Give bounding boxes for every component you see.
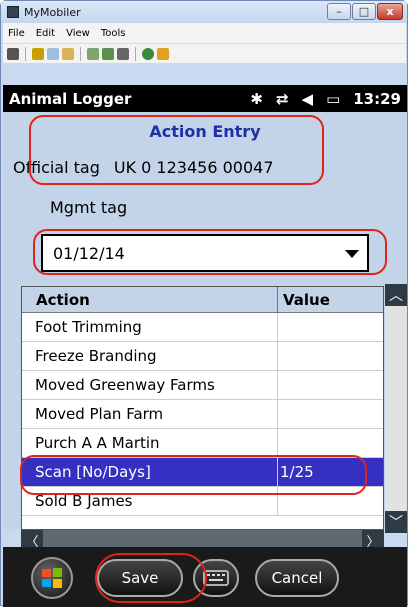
table-row[interactable]: Sold B James [22,487,383,516]
action-cell: Moved Plan Farm [22,400,278,428]
table-header: Action Value [22,287,383,313]
window-titlebar: MyMobiler – □ x [1,1,407,23]
table-row[interactable]: Moved Plan Farm [22,400,383,429]
action-cell: Purch A A Martin [22,429,278,457]
official-tag-label: Official tag [13,158,100,177]
form-title: Action Entry [149,122,261,141]
clock: 13:29 [353,89,401,108]
menu-view[interactable]: View [66,28,90,39]
value-cell [278,429,383,457]
chevron-down-icon[interactable] [345,250,359,258]
action-cell: Freeze Branding [22,342,278,370]
column-header-action[interactable]: Action [22,287,278,312]
keyboard-glyph-icon [203,570,229,586]
minimize-button[interactable]: – [327,3,351,20]
app-icon [7,6,19,18]
mgmt-tag-label: Mgmt tag [50,198,128,217]
table-row-selected[interactable]: Scan [No/Days] 1/25 [22,458,383,487]
value-cell [278,400,383,428]
speaker-muted-icon: ◀ [301,89,314,108]
form-content: Action Entry Official tag UK 0 123456 000… [3,112,407,550]
action-table: Action Value Foot Trimming Freeze Brandi… [21,286,384,530]
maximize-button[interactable]: □ [352,3,376,20]
menu-edit[interactable]: Edit [36,28,55,39]
capture-icon[interactable] [117,47,129,60]
settings-icon[interactable] [157,47,169,60]
windows-logo-icon [42,568,62,588]
table-row[interactable]: Foot Trimming [22,313,383,342]
action-cell: Sold B James [22,487,278,515]
toolbar [3,43,406,63]
bluetooth-icon: ✱ [250,89,263,108]
action-cell: Foot Trimming [22,313,278,341]
copy-icon[interactable] [47,47,59,60]
battery-icon: ▭ [326,89,341,108]
value-cell [278,371,383,399]
close-button[interactable]: x [377,3,403,20]
emulator-window: MyMobiler – □ x File Edit View Tools Ani… [0,0,408,607]
value-cell [278,487,383,515]
action-cell: Scan [No/Days] [22,458,278,486]
toolbar-separator [80,46,81,61]
toolbar-separator [25,46,26,61]
menu-file[interactable]: File [8,28,25,39]
window-title: MyMobiler [24,5,81,19]
screen-alt-icon[interactable] [102,47,114,60]
screen-icon[interactable] [87,47,99,60]
device-status-bar: Animal Logger ✱ ⇄ ◀ ▭ 13:29 [3,85,407,112]
menu-bar: File Edit View Tools [3,23,406,43]
table-row[interactable]: Purch A A Martin [22,429,383,458]
date-dropdown[interactable]: 01/12/14 [41,234,369,272]
cancel-button[interactable]: Cancel [255,559,339,597]
official-tag-row: Official tag UK 0 123456 00047 [13,158,288,177]
cut-icon[interactable] [32,47,44,60]
action-cell: Moved Greenway Farms [22,371,278,399]
table-row[interactable]: Freeze Branding [22,342,383,371]
toolbar-separator [135,46,136,61]
save-button[interactable]: Save [97,559,183,597]
scroll-up-icon[interactable]: ︿ [385,284,407,306]
menu-tools[interactable]: Tools [101,28,126,39]
value-cell: 1/25 [280,463,314,481]
table-row[interactable]: Moved Greenway Farms [22,371,383,400]
column-header-value[interactable]: Value [278,291,383,309]
vertical-scrollbar[interactable]: ︿ ﹀ [385,284,407,533]
value-cell [278,313,383,341]
date-value: 01/12/14 [53,243,125,263]
app-name: Animal Logger [9,89,132,108]
refresh-icon[interactable] [142,47,154,60]
windows-start-icon[interactable] [31,557,73,599]
scroll-down-icon[interactable]: ﹀ [385,511,407,533]
paste-icon[interactable] [62,47,74,60]
official-tag-value: UK 0 123456 00047 [113,158,274,177]
keyboard-icon[interactable] [193,559,239,597]
data-connection-icon: ⇄ [275,89,289,108]
device-icon[interactable] [7,47,19,60]
value-cell [278,342,383,370]
